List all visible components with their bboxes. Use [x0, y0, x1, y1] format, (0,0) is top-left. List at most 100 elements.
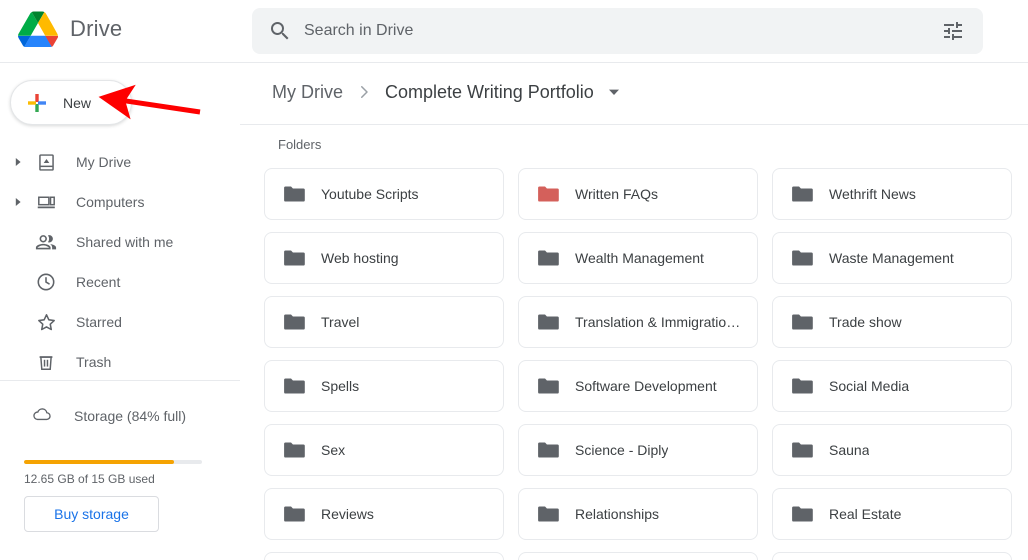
folder-icon	[791, 505, 813, 523]
folder-icon	[791, 185, 813, 203]
my-drive-icon	[30, 152, 62, 173]
storage-label: Storage (84% full)	[74, 408, 187, 424]
folder-card[interactable]	[772, 552, 1012, 560]
sidebar-item-label: Computers	[76, 194, 145, 210]
sidebar-item-computers[interactable]: Computers	[0, 182, 240, 222]
folder-icon	[283, 505, 305, 523]
storage-meter-fill	[24, 460, 174, 464]
folder-name: Waste Management	[829, 250, 954, 266]
folder-name: Web hosting	[321, 250, 399, 266]
folder-card[interactable]: Wealth Management	[518, 232, 758, 284]
folder-icon	[791, 313, 813, 331]
folder-card[interactable]: Translation & Immigration ...	[518, 296, 758, 348]
folder-icon	[537, 505, 559, 523]
folder-name: Reviews	[321, 506, 374, 522]
folder-card[interactable]: Social Media	[772, 360, 1012, 412]
sidebar-item-label: Recent	[76, 274, 121, 290]
folder-name: Real Estate	[829, 506, 902, 522]
folder-name: Sex	[321, 442, 346, 458]
folder-name: Social Media	[829, 378, 910, 394]
expand-caret-icon[interactable]	[8, 157, 30, 167]
folder-name: Translation & Immigration ...	[575, 314, 741, 330]
folder-card[interactable]: Sex	[264, 424, 504, 476]
google-drive-logo	[18, 11, 59, 48]
storage-header[interactable]: Storage (84% full)	[0, 396, 240, 436]
sidebar-nav: My Drive Computers Shared with me Recent…	[0, 142, 240, 382]
folder-card[interactable]	[518, 552, 758, 560]
search-bar[interactable]	[252, 8, 983, 54]
brand: Drive	[18, 11, 123, 48]
folder-card[interactable]: Youtube Scripts	[264, 168, 504, 220]
main-content: My Drive Complete Writing Portfolio Fold…	[240, 62, 1028, 560]
storage-meter	[24, 460, 202, 464]
sidebar-item-shared-with-me[interactable]: Shared with me	[0, 222, 240, 262]
folder-card[interactable]: Spells	[264, 360, 504, 412]
app-header: Drive	[0, 0, 1028, 62]
caret-down-icon[interactable]	[608, 88, 620, 96]
sidebar-item-label: My Drive	[76, 154, 132, 170]
sidebar-item-trash[interactable]: Trash	[0, 342, 240, 382]
folder-card[interactable]: Waste Management	[772, 232, 1012, 284]
folder-grid: Youtube Scripts Written FAQs Wethrift News…	[264, 168, 1028, 560]
sidebar-item-starred[interactable]: Starred	[0, 302, 240, 342]
folder-icon	[537, 313, 559, 331]
main-bottom-divider	[240, 124, 1028, 125]
sidebar-item-my-drive[interactable]: My Drive	[0, 142, 240, 182]
sidebar-top-divider	[0, 62, 240, 63]
folder-icon	[283, 185, 305, 203]
folder-name: Wethrift News	[829, 186, 916, 202]
star-icon	[30, 311, 62, 334]
plus-icon	[25, 91, 49, 115]
folder-icon	[791, 249, 813, 267]
new-button[interactable]: New	[10, 80, 132, 125]
computers-icon	[30, 192, 62, 213]
sidebar-item-label: Shared with me	[76, 234, 174, 250]
folder-icon	[283, 377, 305, 395]
trash-icon	[30, 351, 62, 373]
google-drive-window: Drive Search in Drive New My Drive Compu…	[0, 0, 1028, 560]
folder-card[interactable]: Sauna	[772, 424, 1012, 476]
folder-name: Science - Diply	[575, 442, 669, 458]
folder-card[interactable]: Relationships	[518, 488, 758, 540]
folder-name: Travel	[321, 314, 360, 330]
folder-name: Software Development	[575, 378, 717, 394]
main-top-divider	[240, 62, 1028, 63]
folder-card[interactable]: Web hosting	[264, 232, 504, 284]
folder-name: Trade show	[829, 314, 902, 330]
sidebar-item-recent[interactable]: Recent	[0, 262, 240, 302]
buy-storage-button[interactable]: Buy storage	[24, 496, 159, 532]
folder-card[interactable]: Real Estate	[772, 488, 1012, 540]
clock-icon	[30, 271, 62, 293]
folder-icon	[791, 441, 813, 459]
folder-card[interactable]: Trade show	[772, 296, 1012, 348]
folder-card[interactable]: Travel	[264, 296, 504, 348]
shared-with-me-icon	[30, 231, 62, 253]
breadcrumb: My Drive Complete Writing Portfolio	[272, 74, 620, 110]
breadcrumb-my-drive[interactable]: My Drive	[272, 82, 343, 103]
sidebar: New My Drive Computers Shared with me Re…	[0, 62, 240, 560]
folder-card[interactable]	[264, 552, 504, 560]
sidebar-item-label: Starred	[76, 314, 122, 330]
folder-name: Wealth Management	[575, 250, 704, 266]
folder-name: Sauna	[829, 442, 870, 458]
new-button-label: New	[63, 94, 92, 111]
breadcrumb-current-folder[interactable]: Complete Writing Portfolio	[385, 82, 594, 103]
app-title: Drive	[70, 16, 123, 41]
folder-card[interactable]: Wethrift News	[772, 168, 1012, 220]
tune-filter-icon[interactable]	[941, 19, 965, 43]
folder-card[interactable]: Written FAQs	[518, 168, 758, 220]
folder-card[interactable]: Software Development	[518, 360, 758, 412]
folder-icon	[283, 441, 305, 459]
folder-icon	[791, 377, 813, 395]
cloud-icon	[30, 404, 54, 429]
storage-section: Storage (84% full) 12.65 GB of 15 GB use…	[0, 380, 240, 532]
folder-icon	[537, 441, 559, 459]
folder-icon	[537, 377, 559, 395]
folder-card[interactable]: Science - Diply	[518, 424, 758, 476]
sidebar-item-label: Trash	[76, 354, 112, 370]
section-title-folders: Folders	[278, 137, 322, 152]
expand-caret-icon[interactable]	[8, 197, 30, 207]
search-input[interactable]	[304, 22, 941, 40]
folder-card[interactable]: Reviews	[264, 488, 504, 540]
search-icon	[268, 19, 292, 43]
